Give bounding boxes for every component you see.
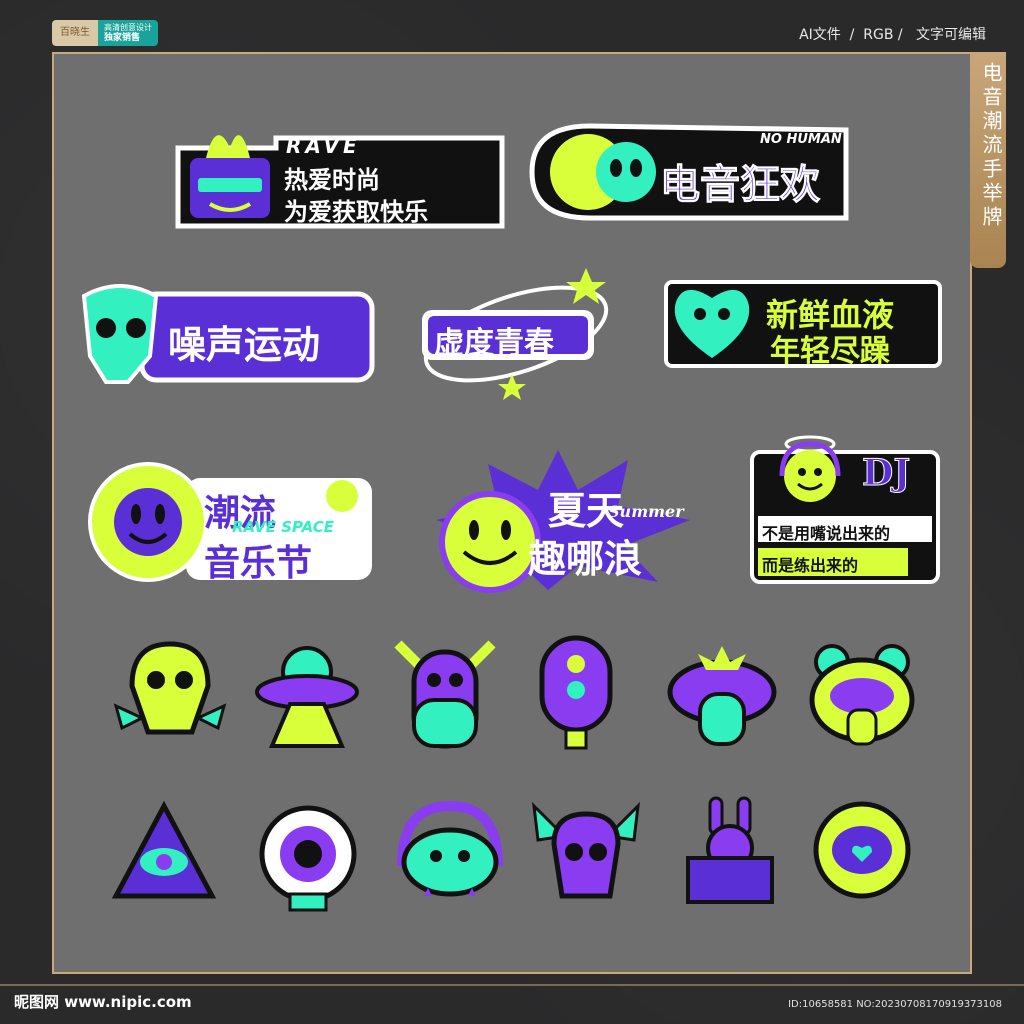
frog-monster-icon: [808, 640, 916, 748]
bottom-divider: [0, 984, 1024, 986]
smiley-headphones-icon: [784, 450, 836, 502]
dj-line2: 而是练出来的: [762, 556, 859, 575]
xinxian-line2: 年轻尽躁: [770, 334, 890, 369]
triangle-eye-icon: [111, 800, 217, 904]
badge-right: 高清创意设计 独家销售: [98, 20, 158, 46]
sticker-xinxian: 新鲜血液 年轻尽躁: [662, 268, 944, 372]
sticker-rave: RAVE 热爱时尚 为爱获取快乐: [175, 118, 506, 230]
watermark: 昵图网 www.nipic.com: [14, 993, 192, 1011]
mouth-heart-icon: [812, 796, 912, 906]
flame-icon: [206, 135, 250, 158]
seller-badge: 百晓生 高清创意设计 独家销售: [52, 20, 158, 46]
image-id: ID:10658581 NO:20230708170919373108: [788, 999, 1002, 1010]
ufo-alien-icon: [254, 642, 360, 748]
badge-right-line1: 高清创意设计: [104, 23, 152, 32]
rabbit-box-icon: [682, 792, 778, 906]
mushroom-skull-icon: [112, 636, 228, 748]
xiatian-line2: 趣哪浪: [528, 537, 643, 581]
file-info: AI文件 / RGB / 文字可编辑: [799, 27, 986, 43]
side-tab: 电音潮流手举牌: [970, 52, 1006, 268]
rainbow-cloud-icon: [394, 796, 506, 904]
badge-right-line2: 独家销售: [104, 33, 141, 43]
badge-left: 百晓生: [52, 20, 98, 46]
side-tab-text: 电音潮流手举牌: [979, 62, 1003, 230]
dianyin-main: 电音狂欢: [660, 162, 821, 209]
smiley-face-icon: [439, 491, 541, 593]
alien-icon: [596, 142, 656, 202]
chaoliu-line2: 音乐节: [204, 543, 313, 584]
xudu-text: 虚度青春: [434, 326, 554, 361]
winged-skull-icon: [530, 796, 642, 904]
sticker-zaosheng: 噪声运动: [80, 276, 376, 386]
sticker-dj: DJ 不是用嘴说出来的 而是练出来的: [750, 430, 940, 584]
dj-line1: 不是用嘴说出来的: [762, 524, 891, 543]
dianyin-sub: NO HUMAN: [760, 132, 842, 147]
rave-top: RAVE: [286, 134, 361, 158]
rave-line2: 为爱获取快乐: [284, 198, 428, 226]
horned-monster-icon: [392, 636, 498, 750]
xiatian-script: Summer: [608, 502, 684, 521]
sticker-xiatian: 夏天 Summer 趣哪浪: [428, 450, 692, 593]
sticker-dianyin: NO HUMAN 电音狂欢: [529, 122, 850, 222]
dj-title: DJ: [861, 452, 911, 495]
smiley-icon: [326, 480, 358, 512]
lips-monster-icon: [666, 644, 778, 748]
mushroom-eye-icon: [256, 790, 360, 912]
sticker-xudu: 虚度青春: [416, 262, 612, 402]
eye-popsicle-icon: [536, 634, 616, 750]
rave-line1: 热爱时尚: [284, 166, 380, 194]
sticker-chaoliu: 潮流 RAVE SPACE 音乐节: [86, 462, 376, 584]
zaosheng-text: 噪声运动: [168, 323, 321, 367]
